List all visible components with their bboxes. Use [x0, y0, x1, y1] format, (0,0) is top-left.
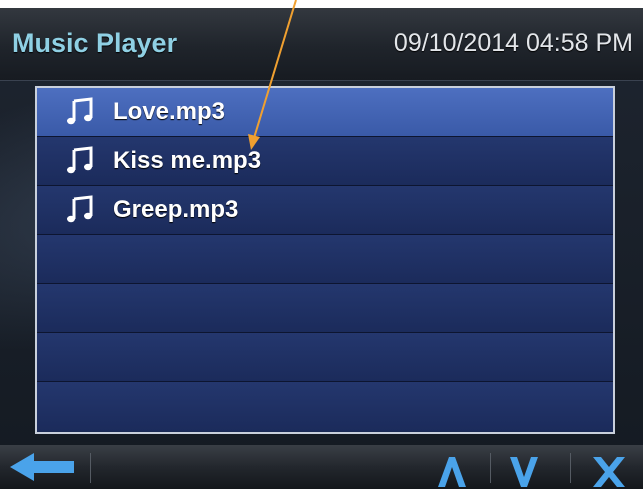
toolbar-divider: [490, 453, 491, 483]
toolbar-divider: [570, 453, 571, 483]
close-icon[interactable]: [587, 445, 631, 489]
empty-list-row: [37, 235, 613, 284]
music-note-icon: [67, 146, 93, 174]
empty-list-row: [37, 333, 613, 382]
list-item[interactable]: Greep.mp3: [37, 186, 613, 235]
device-screen: Music Player 09/10/2014 04:58 PM Love.mp…: [0, 8, 643, 489]
music-note-icon: [67, 97, 93, 125]
bottom-toolbar: [0, 445, 643, 489]
list-item[interactable]: Kiss me.mp3: [37, 137, 613, 186]
music-note-icon: [67, 195, 93, 223]
empty-list-row: [37, 284, 613, 333]
title-bar: Music Player 09/10/2014 04:58 PM: [0, 8, 643, 81]
empty-list-row: [37, 382, 613, 431]
down-icon[interactable]: [502, 445, 546, 489]
file-name: Greep.mp3: [113, 196, 239, 223]
file-name: Love.mp3: [113, 98, 226, 125]
file-name: Kiss me.mp3: [113, 147, 262, 174]
app-title: Music Player: [12, 28, 178, 58]
list-item[interactable]: Love.mp3: [37, 88, 613, 137]
file-list: Love.mp3 Kiss me.mp3 Greep.mp3: [35, 86, 615, 434]
date-time: 09/10/2014 04:58 PM: [393, 29, 633, 57]
toolbar-divider: [90, 453, 91, 483]
up-icon[interactable]: [430, 445, 474, 489]
back-arrow-icon[interactable]: [6, 445, 78, 489]
